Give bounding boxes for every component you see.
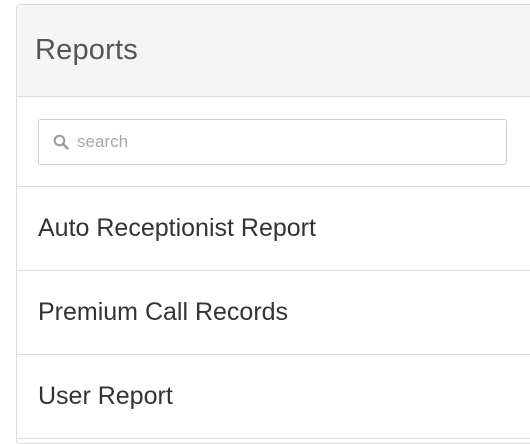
search-box[interactable] [38,119,507,165]
reports-panel: Reports Auto Receptionist Report Premium… [16,4,530,444]
panel-title: Reports [35,34,138,66]
search-row [17,97,530,187]
search-icon [53,134,69,150]
report-item-auto-receptionist[interactable]: Auto Receptionist Report [17,187,530,271]
panel-header: Reports [17,5,530,97]
report-item-label: User Report [38,382,173,410]
report-item-label: Auto Receptionist Report [38,214,316,242]
report-item-user-report[interactable]: User Report [17,355,530,439]
report-item-premium-call-records[interactable]: Premium Call Records [17,271,530,355]
report-item-label: Premium Call Records [38,298,289,326]
search-input[interactable] [77,132,477,152]
